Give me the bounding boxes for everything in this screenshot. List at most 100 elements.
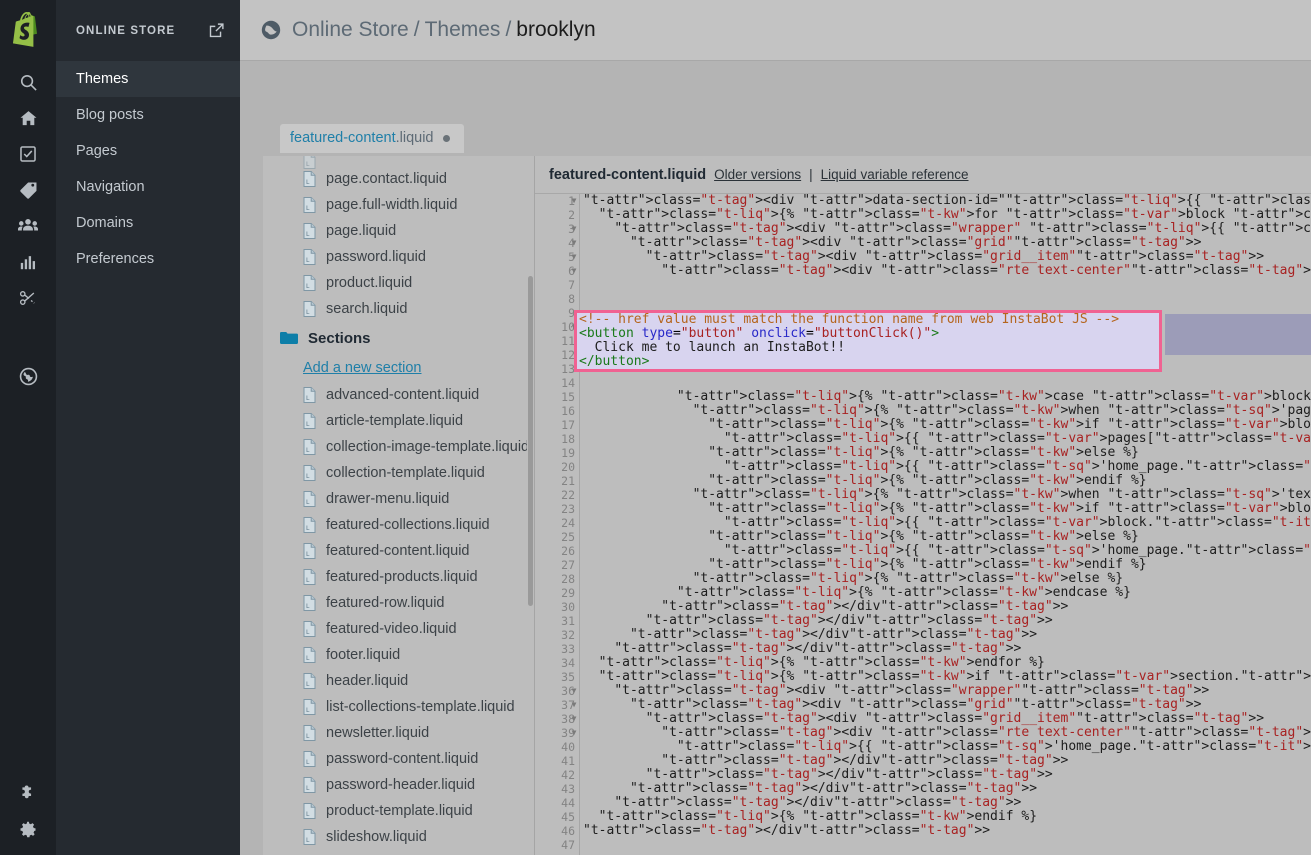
sidebar-item-themes[interactable]: Themes [56,61,240,97]
line-number: 18 [561,432,575,446]
folder-sections[interactable]: Sections [263,322,528,354]
add-a-new-section-link[interactable]: Add a new section [263,354,528,382]
products-tag-icon[interactable] [0,172,56,208]
line-number: 22 [561,488,575,502]
home-icon[interactable] [0,100,56,136]
code-line: "t-attr">class="t-tag"><div "t-attr">cla… [629,697,1202,712]
list-item[interactable]: Lfeatured-row.liquid [263,590,528,616]
code-content[interactable]: "t-attr">class="t-tag"><div "t-attr">dat… [581,194,1311,855]
customers-icon[interactable] [0,208,56,244]
code-fold-toggle-icon[interactable]: ▼ [569,222,579,236]
file-name: password-content.liquid [326,751,479,767]
list-item[interactable]: Lpassword-header.liquid [263,772,528,798]
older-versions-link[interactable]: Older versions [714,167,801,182]
settings-gear-icon[interactable] [0,811,56,847]
list-item[interactable]: Lproduct.liquid [263,270,528,296]
sidebar-item-domains[interactable]: Domains [56,205,240,241]
list-item[interactable]: Lcollection-image-template.liquid [263,434,529,460]
list-item[interactable]: Llist-collections-template.liquid [263,694,528,720]
breadcrumb-separator: / [505,18,512,41]
code-fold-toggle-icon[interactable]: ▼ [569,726,579,740]
apps-puzzle-icon[interactable] [0,775,56,811]
external-link-icon[interactable] [209,23,224,38]
search-icon[interactable] [0,64,56,100]
orders-checkbox-icon[interactable] [0,136,56,172]
code-fold-toggle-icon[interactable]: ▼ [569,684,579,698]
list-item[interactable]: Lnewsletter.liquid [263,720,528,746]
analytics-bars-icon[interactable] [0,244,56,280]
list-item[interactable]: Lpassword.liquid [263,244,528,270]
code-line: "t-attr">class="t-liq">{% "t-attr">class… [598,669,1311,684]
shopify-logo-icon[interactable] [11,12,45,50]
line-number: 1 ▼ [535,194,579,208]
code-fold-toggle-icon[interactable]: ▼ [569,236,579,250]
list-item[interactable]: Lcollection-template.liquid [263,460,528,486]
line-number: 28 [561,572,575,586]
svg-text:L: L [306,629,310,636]
file-tab-featured-content[interactable]: featured-content.liquid [280,124,464,153]
code-line: "t-attr">class="t-liq">{% "t-attr">class… [708,445,1139,460]
line-number: 33 [561,642,575,656]
file-name: password.liquid [326,249,426,265]
file-tab-label: featured-content.liquid [290,130,434,146]
code-fold-toggle-icon[interactable]: ▼ [569,194,579,208]
code-line: "t-attr">class="t-liq">{% "t-attr">class… [708,529,1139,544]
code-line: "t-attr">class="t-tag"><div "t-attr">cla… [614,683,1210,698]
sidebar-item-pages[interactable]: Pages [56,133,240,169]
line-number: 39 ▼ [535,726,579,740]
list-item[interactable]: Lpage.full-width.liquid [263,192,528,218]
list-item[interactable]: Lpage.liquid [263,218,528,244]
svg-text:L: L [306,603,310,610]
online-store-icon [260,19,282,41]
online-store-globe-icon[interactable] [0,358,56,394]
code-line: "t-attr">class="t-liq">{{ "t-attr">class… [676,739,1311,754]
line-number: 25 [561,530,575,544]
editor-filename: featured-content.liquid [549,166,707,183]
list-item[interactable]: Ldrawer-menu.liquid [263,486,528,512]
marketing-scissors-icon[interactable] [0,280,56,316]
file-list-scrollbar-thumb[interactable] [528,276,533,606]
list-item[interactable]: Lfooter.liquid [263,642,528,668]
list-item[interactable]: Lpassword-content.liquid [263,746,528,772]
sidebar-item-navigation[interactable]: Navigation [56,169,240,205]
list-item[interactable]: Ladvanced-content.liquid [263,382,528,408]
sidebar-item-blog-posts[interactable]: Blog posts [56,97,240,133]
code-fold-toggle-icon[interactable]: ▼ [569,250,579,264]
svg-text:L: L [306,733,310,740]
list-item[interactable]: Larticle-template.liquid [263,408,528,434]
code-line: "t-attr">class="t-tag"><div "t-attr">cla… [614,221,1311,236]
list-item[interactable]: Lslideshow.liquid [263,824,528,850]
file-name: product-template.liquid [326,803,473,819]
code-area[interactable]: 1 ▼ 2 3 ▼ 4 ▼ 5 ▼ 6 ▼ 7 8 9 10 ▼ 11 12 13 14 15 16 17 18 19 20 21 2… [535,194,1311,855]
line-number: 24 [561,516,575,530]
list-item[interactable]: Lfeatured-products.liquid [263,564,528,590]
editor-header: featured-content.liquid Older versions |… [535,156,1311,194]
list-item[interactable]: Lfeatured-video.liquid [263,616,528,642]
code-fold-toggle-icon[interactable]: ▼ [569,698,579,712]
svg-text:L: L [306,707,310,714]
svg-text:L: L [306,551,310,558]
line-number: 43 [561,782,575,796]
liquid-variable-reference-link[interactable]: Liquid variable reference [821,167,969,182]
list-item[interactable]: Lheader.liquid [263,668,528,694]
list-item[interactable]: Lproduct-template.liquid [263,798,528,824]
list-item[interactable]: Lsearch.liquid [263,296,528,322]
code-fold-toggle-icon[interactable]: ▼ [569,712,579,726]
code-fold-toggle-icon[interactable]: ▼ [569,264,579,278]
list-item[interactable]: Lpage.contact.liquid [263,166,528,192]
breadcrumb-themes[interactable]: Themes [425,18,501,42]
file-list-scrollbar[interactable] [527,156,534,855]
svg-text:L: L [306,231,310,238]
breadcrumb-online-store[interactable]: Online Store [292,18,409,42]
selected-code-line: Click me to launch an InstaBot!! [579,340,846,355]
sidebar-item-preferences[interactable]: Preferences [56,241,240,277]
rail-bottom-group [0,775,56,847]
line-number: 36 ▼ [535,684,579,698]
list-item[interactable]: Lfeatured-content.liquid [263,538,528,564]
line-number: 10 ▼ [535,320,579,334]
list-item[interactable]: Lfeatured-collections.liquid [263,512,528,538]
app-root: ONLINE STORE Themes Blog posts Pages Nav… [0,0,1311,855]
list-item[interactable]: L [263,156,528,169]
file-tab-name: featured-content [290,130,396,146]
